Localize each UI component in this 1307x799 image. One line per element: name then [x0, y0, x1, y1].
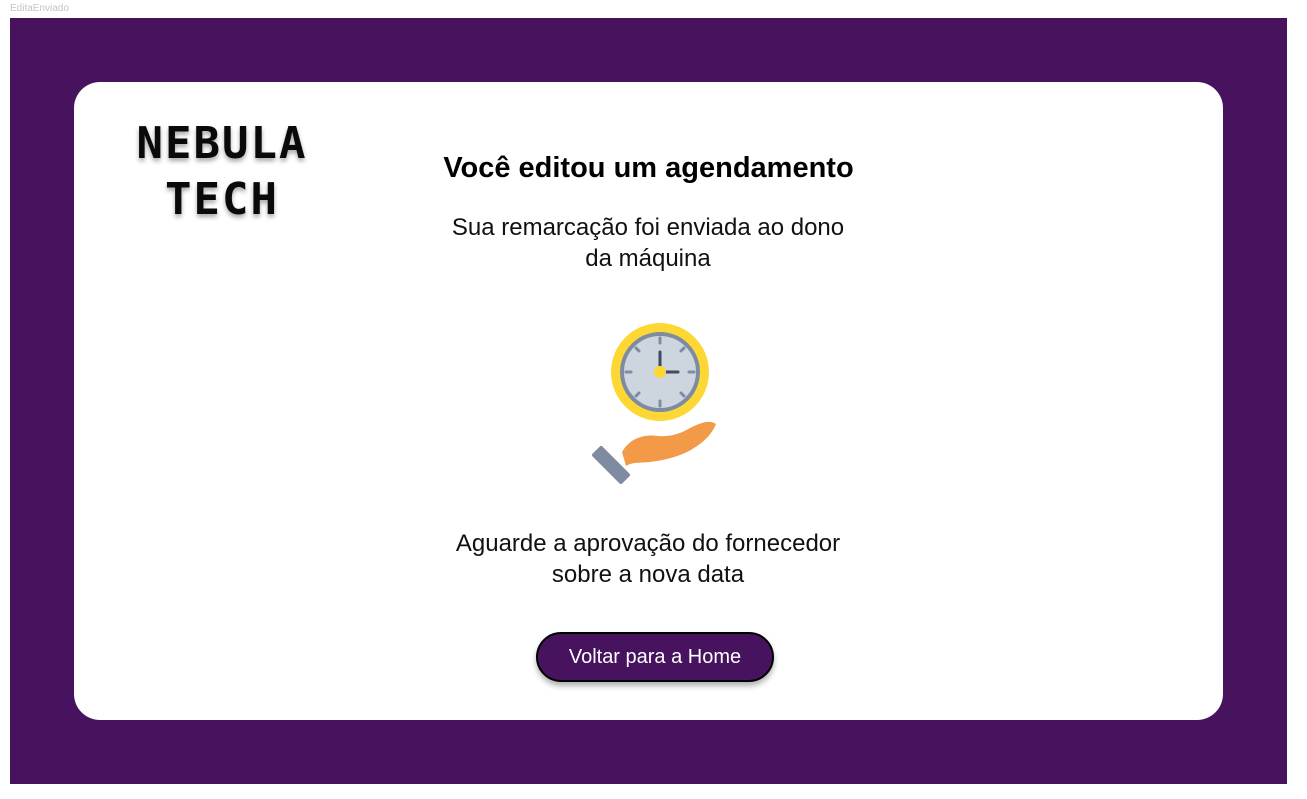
- waiting-approval-text: Aguarde a aprovação do fornecedor sobre …: [455, 530, 841, 588]
- back-to-home-button[interactable]: Voltar para a Home: [536, 632, 774, 682]
- confirmation-card: NEBULA TECH Você editou um agendamento S…: [74, 82, 1223, 720]
- page-title: Você editou um agendamento: [74, 152, 1223, 185]
- page-title-text: Você editou um agendamento: [443, 152, 854, 184]
- frame-label: EditaEnviado: [10, 3, 69, 14]
- page-background: NEBULA TECH Você editou um agendamento S…: [10, 18, 1287, 784]
- clock-in-hand-icon: [586, 320, 716, 485]
- confirmation-subtitle: Sua remarcação foi enviada ao dono da má…: [451, 214, 845, 272]
